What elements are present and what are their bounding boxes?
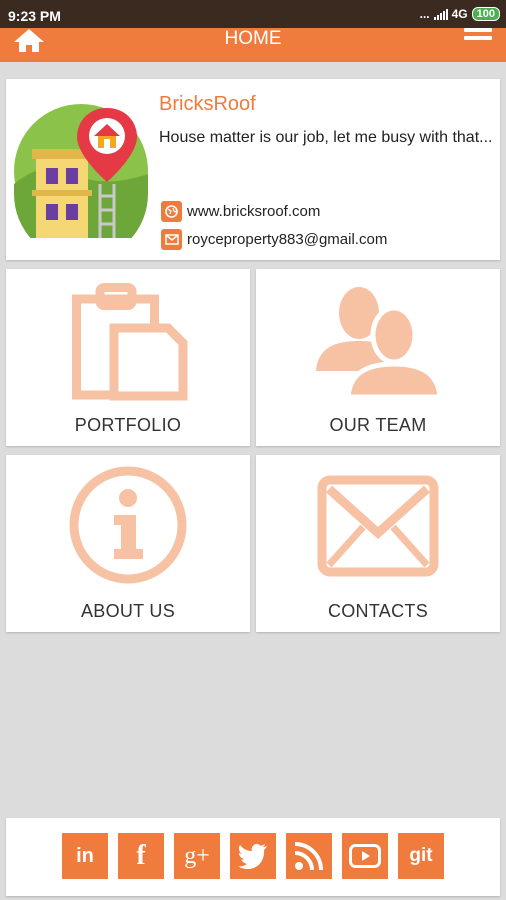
mail-icon	[161, 229, 182, 250]
github-icon: git	[409, 845, 433, 866]
info-icon	[69, 466, 187, 584]
page-title: HOME	[224, 28, 282, 49]
facebook-icon: f	[136, 840, 146, 871]
about-us-tile[interactable]: ABOUT US	[6, 455, 250, 632]
our-team-tile[interactable]: OUR TEAM	[256, 269, 500, 446]
contacts-tile[interactable]: CONTACTS	[256, 455, 500, 632]
status-time: 9:23 PM	[8, 8, 61, 24]
team-icon	[316, 287, 440, 397]
facebook-button[interactable]: f	[118, 833, 164, 879]
rss-icon	[295, 842, 323, 870]
portfolio-tile[interactable]: PORTFOLIO	[6, 269, 250, 446]
menu-icon-bar	[464, 36, 492, 40]
battery-icon: 100	[471, 7, 500, 21]
website-text: www.bricksroof.com	[187, 203, 321, 220]
envelope-icon	[317, 475, 439, 577]
website-link[interactable]: www.bricksroof.com	[161, 201, 320, 222]
youtube-button[interactable]	[342, 833, 388, 879]
portfolio-label: PORTFOLIO	[74, 415, 182, 435]
notification-dots: ...	[419, 7, 430, 21]
about-us-label: ABOUT US	[80, 601, 176, 621]
status-indicators: ... 4G 100	[420, 7, 500, 21]
status-bar: 9:23 PM ... 4G 100	[0, 0, 506, 28]
our-team-label: OUR TEAM	[329, 415, 427, 435]
network-type: 4G	[451, 7, 468, 21]
company-name: BricksRoof	[159, 93, 256, 115]
clipboard-icon	[72, 283, 188, 401]
profile-card: BricksRoof House matter is our job, let …	[6, 79, 500, 260]
contacts-label: CONTACTS	[327, 601, 429, 621]
google-plus-button[interactable]: g+	[174, 833, 220, 879]
house-location-logo	[14, 104, 148, 238]
email-link[interactable]: royceproperty883@gmail.com	[161, 229, 387, 250]
menu-icon-bar	[464, 28, 492, 32]
rss-button[interactable]	[286, 833, 332, 879]
github-button[interactable]: git	[398, 833, 444, 879]
signal-icon	[433, 8, 448, 20]
app-bar: HOME	[0, 28, 506, 62]
menu-button[interactable]	[464, 28, 492, 48]
twitter-icon	[238, 843, 267, 869]
twitter-button[interactable]	[230, 833, 276, 879]
youtube-icon	[349, 844, 381, 868]
linkedin-button[interactable]: in	[62, 833, 108, 879]
email-text: royceproperty883@gmail.com	[187, 231, 388, 248]
google-plus-icon: g+	[184, 842, 210, 869]
globe-icon	[161, 201, 182, 222]
linkedin-icon: in	[76, 844, 94, 867]
social-bar: in f g+ git	[6, 818, 500, 896]
company-tagline: House matter is our job, let me busy wit…	[159, 129, 493, 146]
